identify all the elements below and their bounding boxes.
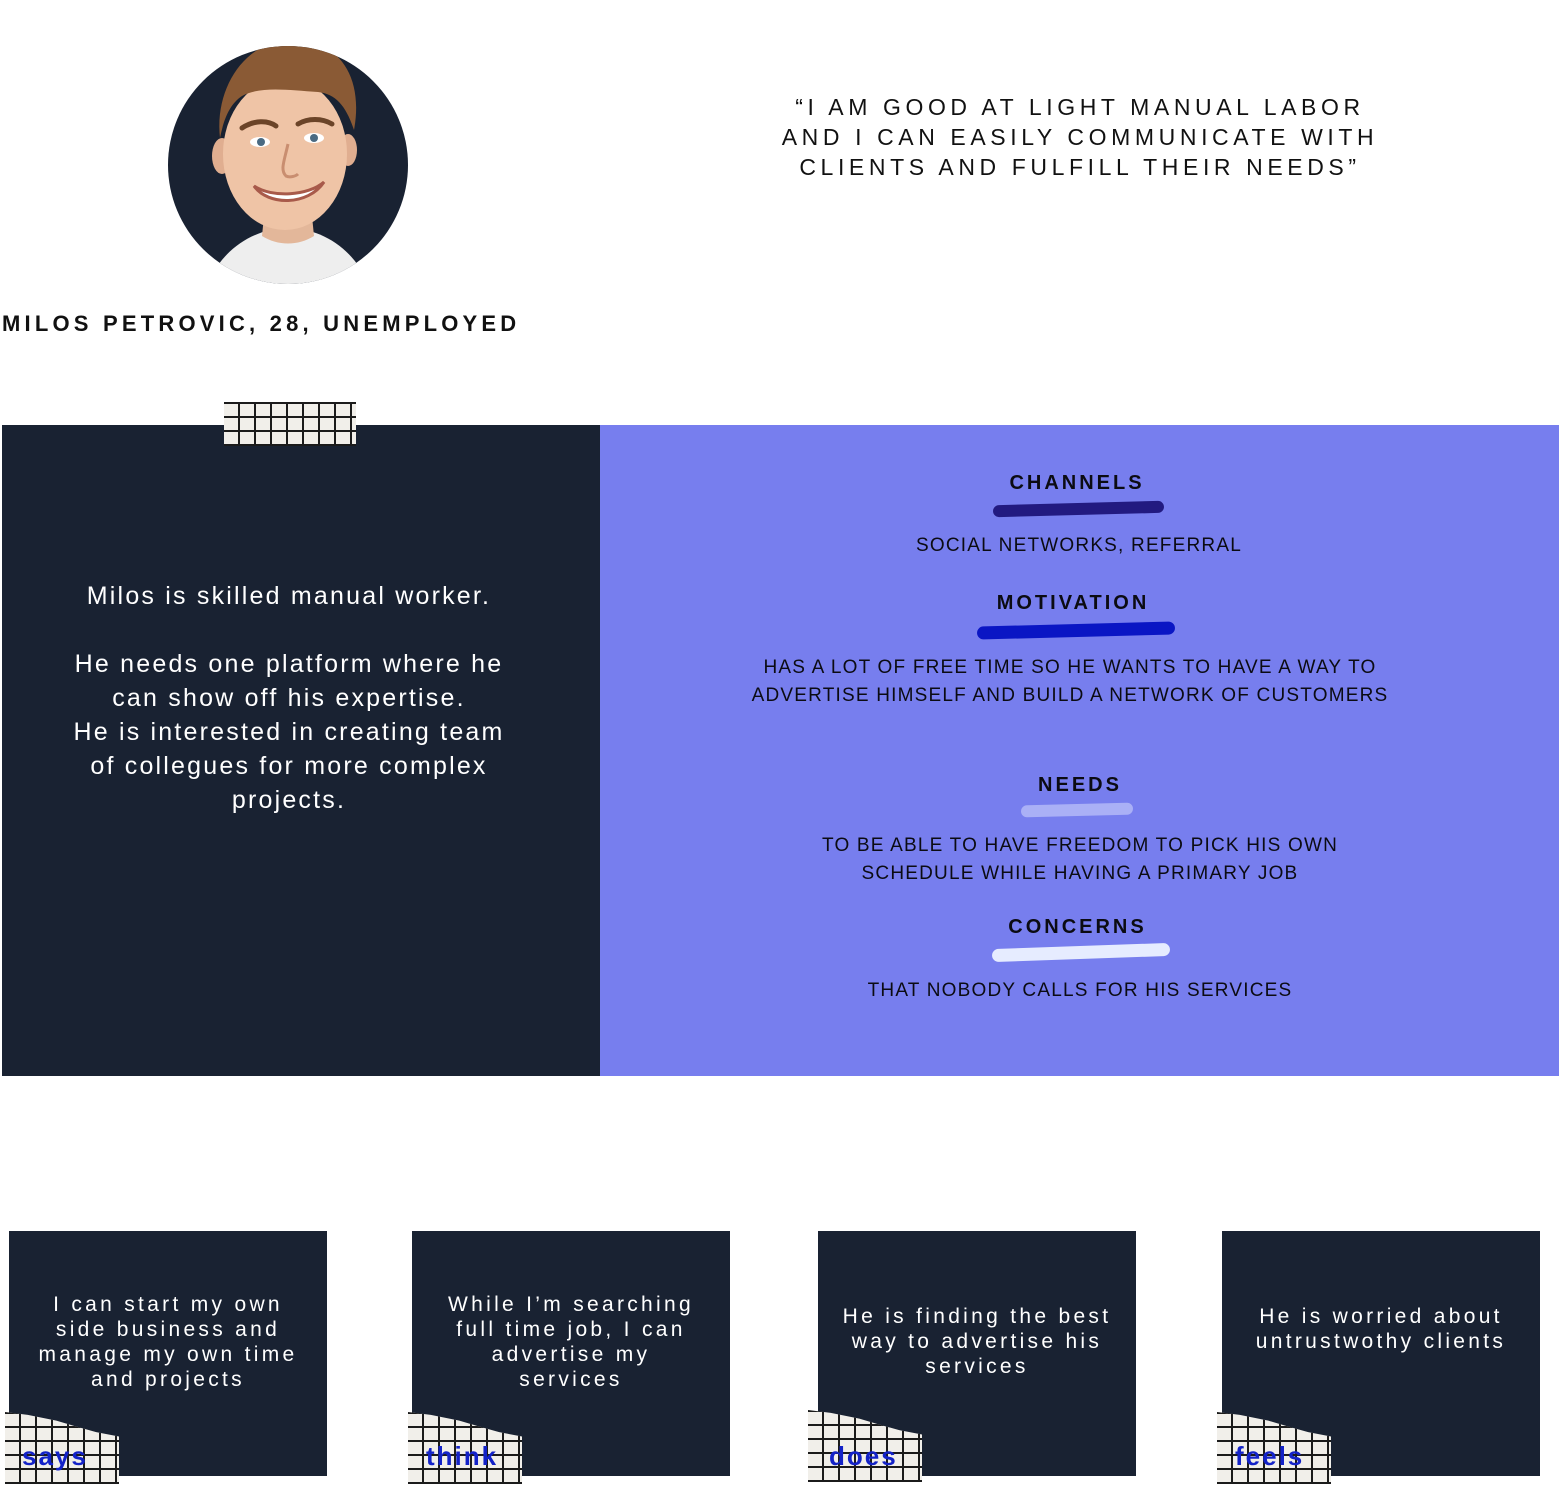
info-panel: CHANNELS SOCIAL NETWORKS, REFERRAL MOTIV… bbox=[600, 425, 1559, 1076]
section-body-channels: SOCIAL NETWORKS, REFERRAL bbox=[916, 535, 1242, 556]
decorative-tape bbox=[224, 402, 356, 446]
section-body-motivation: HAS A LOT OF FREE TIME SO HE WANTS TO HA… bbox=[751, 657, 1389, 706]
person-photo bbox=[208, 46, 368, 284]
bio-panel: Milos is skilled manual worker. He needs… bbox=[2, 425, 600, 1076]
bio-text: Milos is skilled manual worker. He needs… bbox=[62, 579, 516, 817]
card-text: I can start my own side business and man… bbox=[38, 1293, 298, 1391]
card-label-feels: feels bbox=[1235, 1441, 1305, 1471]
persona-quote: “I AM GOOD AT LIGHT MANUAL LABOR AND I C… bbox=[781, 94, 1379, 180]
card-label-think: think bbox=[426, 1441, 499, 1471]
highlight-bar bbox=[976, 621, 1176, 640]
section-title-motivation: MOTIVATION bbox=[996, 592, 1150, 614]
card-label-does: does bbox=[829, 1441, 898, 1471]
bio-paragraph: Milos is skilled manual worker. bbox=[86, 582, 492, 610]
avatar bbox=[168, 46, 408, 284]
bio-paragraph: He needs one platform where he can show … bbox=[74, 650, 504, 712]
section-title-concerns: CONCERNS bbox=[1008, 916, 1147, 938]
highlight-bar bbox=[1020, 802, 1134, 818]
section-title-channels: CHANNELS bbox=[1009, 472, 1145, 494]
bio-paragraph: He is interested in creating team of col… bbox=[73, 718, 505, 814]
persona-name: MILOS PETROVIC, 28, UNEMPLOYED bbox=[2, 311, 521, 336]
card-label-says: says bbox=[22, 1441, 88, 1471]
card-text: He is worried about untrustwothy clients bbox=[1255, 1305, 1507, 1353]
highlight-bar bbox=[992, 500, 1165, 518]
highlight-bar bbox=[991, 942, 1171, 963]
card-text: He is finding the best way to advertise … bbox=[842, 1305, 1112, 1378]
section-body-needs: TO BE ABLE TO HAVE FREEDOM TO PICK HIS O… bbox=[821, 835, 1338, 884]
section-body-concerns: THAT NOBODY CALLS FOR HIS SERVICES bbox=[867, 980, 1293, 1001]
section-title-needs: NEEDS bbox=[1038, 774, 1122, 796]
card-text: While I’m searching full time job, I can… bbox=[448, 1293, 694, 1391]
